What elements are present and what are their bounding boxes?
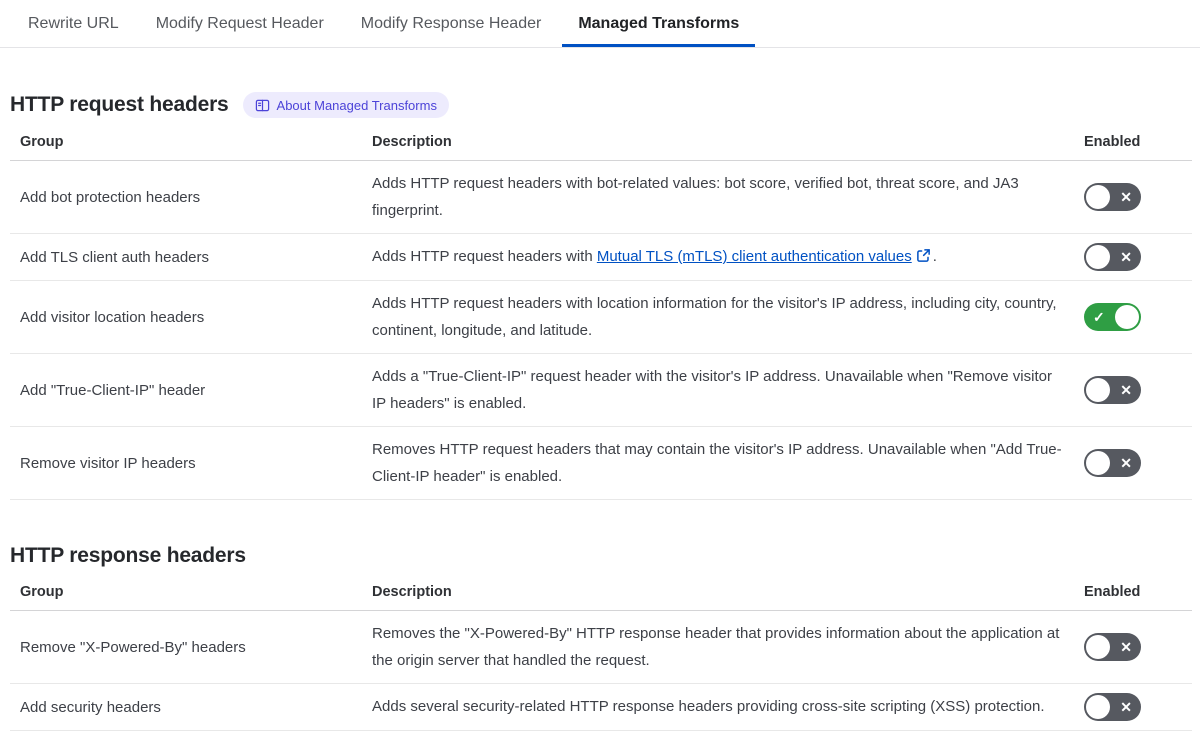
x-icon: ✕: [1120, 249, 1132, 265]
tab-modify-request-header[interactable]: Modify Request Header: [140, 0, 340, 47]
table-row: Add bot protection headers Adds HTTP req…: [10, 161, 1192, 234]
tab-managed-transforms[interactable]: Managed Transforms: [562, 0, 755, 47]
x-icon: ✕: [1120, 382, 1132, 398]
group-cell: Add "True-Client-IP" header: [20, 381, 206, 399]
toggle-knob: [1086, 451, 1110, 475]
enabled-toggle-add-true-client-ip-header[interactable]: ✓ ✕: [1084, 376, 1141, 404]
tab-rewrite-url[interactable]: Rewrite URL: [12, 0, 135, 47]
description-cell: Adds HTTP request headers with bot-relat…: [372, 175, 1019, 219]
tab-modify-response-header[interactable]: Modify Response Header: [345, 0, 558, 47]
request-headers-table: Group Description Enabled Add bot protecti…: [10, 131, 1192, 500]
enabled-cell: ✓ ✕: [1074, 427, 1192, 499]
response-section-title: HTTP response headers: [10, 544, 246, 567]
table-row: Add security headers Adds several securi…: [10, 684, 1192, 731]
enabled-cell: ✓ ✕: [1074, 161, 1192, 233]
enabled-toggle-add-tls-client-auth-headers[interactable]: ✓ ✕: [1084, 243, 1141, 271]
column-header-group: Group: [20, 134, 64, 150]
enabled-toggle-remove-visitor-ip-headers[interactable]: ✓ ✕: [1084, 449, 1141, 477]
response-section-header: HTTP response headers: [10, 544, 1192, 568]
table-row: Add visitor location headers Adds HTTP r…: [10, 281, 1192, 354]
column-header-enabled: Enabled: [1084, 134, 1141, 150]
description-cell: Adds HTTP request headers with Mutual TL…: [372, 248, 937, 265]
enabled-toggle-add-visitor-location-headers[interactable]: ✓ ✕: [1084, 303, 1141, 331]
enabled-toggle-remove-x-powered-by-headers[interactable]: ✓ ✕: [1084, 633, 1141, 661]
enabled-cell: ✓ ✕: [1074, 684, 1192, 730]
description-cell: Adds a "True-Client-IP" request header w…: [372, 368, 1052, 412]
request-headers-section: HTTP request headers About Managed Trans…: [10, 92, 1192, 500]
toggle-knob: [1086, 245, 1110, 269]
toggle-knob: [1086, 185, 1110, 209]
about-managed-transforms-badge[interactable]: About Managed Transforms: [242, 92, 449, 118]
column-header-description: Description: [372, 134, 452, 150]
column-header-group: Group: [20, 584, 64, 600]
group-cell: Add security headers: [20, 698, 161, 716]
tab-bar: Rewrite URL Modify Request Header Modify R…: [0, 0, 1200, 48]
response-headers-section: HTTP response headers Group Description En…: [10, 544, 1192, 731]
doc-link-mutual-tls-mtls-client-authentication-va[interactable]: Mutual TLS (mTLS) client authentication …: [597, 248, 912, 265]
toggle-knob: [1086, 695, 1110, 719]
enabled-toggle-add-security-headers[interactable]: ✓ ✕: [1084, 693, 1141, 721]
enabled-cell: ✓ ✕: [1074, 281, 1192, 353]
x-icon: ✕: [1120, 639, 1132, 655]
enabled-cell: ✓ ✕: [1074, 611, 1192, 683]
table-header-row: Group Description Enabled: [10, 581, 1192, 611]
badge-label: About Managed Transforms: [276, 97, 437, 113]
request-section-title: HTTP request headers: [10, 93, 229, 116]
x-icon: ✕: [1120, 455, 1132, 471]
group-cell: Remove visitor IP headers: [20, 454, 196, 472]
table-header-row: Group Description Enabled: [10, 131, 1192, 161]
toggle-knob: [1086, 635, 1110, 659]
description-cell: Removes the "X-Powered-By" HTTP response…: [372, 625, 1060, 669]
request-section-header: HTTP request headers About Managed Trans…: [10, 92, 1192, 118]
check-icon: ✓: [1093, 309, 1105, 325]
table-row: Remove visitor IP headers Removes HTTP r…: [10, 427, 1192, 500]
book-icon: [255, 98, 270, 113]
managed-transforms-page: HTTP request headers About Managed Trans…: [0, 92, 1200, 731]
group-cell: Remove "X-Powered-By" headers: [20, 638, 246, 656]
enabled-cell: ✓ ✕: [1074, 234, 1192, 280]
toggle-knob: [1086, 378, 1110, 402]
table-row: Remove "X-Powered-By" headers Removes th…: [10, 611, 1192, 684]
group-cell: Add TLS client auth headers: [20, 248, 210, 266]
x-icon: ✕: [1120, 189, 1132, 205]
description-cell: Adds several security-related HTTP respo…: [372, 698, 1045, 715]
x-icon: ✕: [1120, 699, 1132, 715]
table-row: Add "True-Client-IP" header Adds a "True…: [10, 354, 1192, 427]
group-cell: Add visitor location headers: [20, 308, 205, 326]
group-cell: Add bot protection headers: [20, 188, 201, 206]
column-header-enabled: Enabled: [1084, 584, 1141, 600]
table-row: Add TLS client auth headers Adds HTTP re…: [10, 234, 1192, 281]
enabled-cell: ✓ ✕: [1074, 354, 1192, 426]
column-header-description: Description: [372, 584, 452, 600]
external-link-icon: [916, 249, 930, 262]
response-headers-table: Group Description Enabled Remove "X-Powere…: [10, 581, 1192, 731]
description-cell: Adds HTTP request headers with location …: [372, 295, 1057, 339]
enabled-toggle-add-bot-protection-headers[interactable]: ✓ ✕: [1084, 183, 1141, 211]
description-cell: Removes HTTP request headers that may co…: [372, 441, 1062, 485]
toggle-knob: [1115, 305, 1139, 329]
